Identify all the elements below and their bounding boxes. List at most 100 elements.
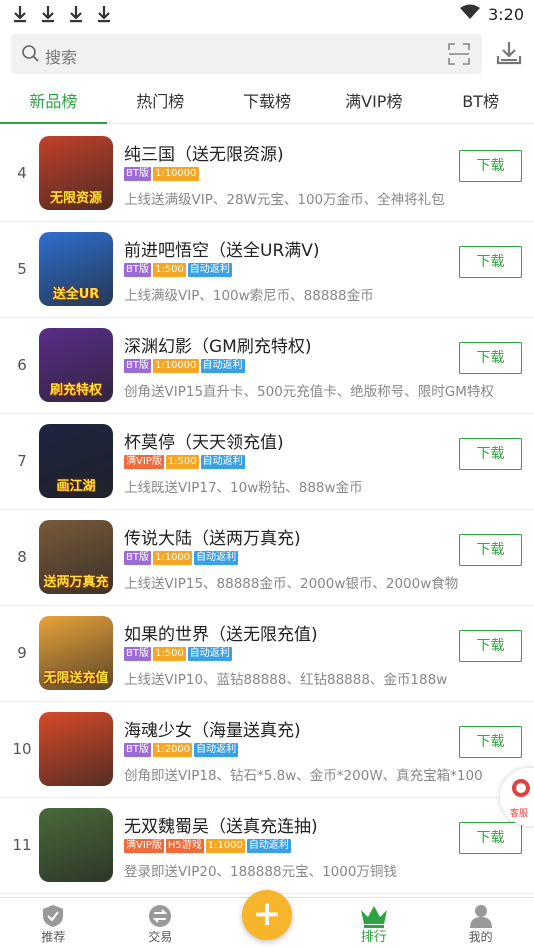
- game-title[interactable]: 海魂少女（海量送真充): [124, 716, 301, 741]
- rank-number: 6: [17, 356, 27, 374]
- customer-service-icon: [512, 779, 530, 797]
- app-icon[interactable]: 送两万真充: [39, 520, 113, 594]
- nav-trade[interactable]: 交易: [107, 898, 214, 949]
- game-title[interactable]: 无双魏蜀吴（送真充连抽): [124, 812, 318, 837]
- game-description: 上线送满级VIP、28W元宝、100万金币、全神将礼包: [124, 192, 445, 208]
- rank-number: 5: [17, 260, 27, 278]
- nav-recommend[interactable]: 推荐: [0, 898, 107, 949]
- tag-badge: BT版: [124, 167, 151, 181]
- tag-badge: 1:2000: [152, 743, 193, 757]
- tag-badge: 满VIP版: [124, 455, 164, 469]
- tag-badge: 1:500: [165, 455, 199, 469]
- tag-badge: 1:1000: [205, 839, 245, 853]
- tag-list: BT版 1:500 自动返利: [124, 263, 232, 277]
- list-item[interactable]: 7 画江湖 杯莫停（天天领充值) 满VIP版 1:500 自动返利 上线既送VIP17、10…: [0, 414, 534, 510]
- tag-badge: 1:10000: [152, 167, 199, 181]
- nav-mine[interactable]: 我的: [427, 898, 534, 949]
- tag-badge: BT版: [124, 743, 151, 757]
- tag-badge: 自动返利: [187, 647, 232, 661]
- app-icon[interactable]: 送全UR: [39, 232, 113, 306]
- download-button[interactable]: 下载: [459, 630, 522, 662]
- tab-download[interactable]: 下载榜: [214, 82, 321, 123]
- tab-fullvip[interactable]: 满VIP榜: [320, 82, 427, 123]
- tag-list: BT版 1:10000: [124, 167, 199, 181]
- game-title[interactable]: 传说大陆（送两万真充): [124, 524, 301, 549]
- app-icon[interactable]: [39, 808, 113, 882]
- download-manager-icon[interactable]: [496, 40, 522, 70]
- game-title[interactable]: 杯莫停（天天领充值): [124, 428, 284, 453]
- app-icon-text: 送两万真充: [43, 575, 109, 590]
- list-item[interactable]: 6 刷充特权 深渊幻影（GM刷充特权) BT版 1:10000 自动返利 创角送VIP15直…: [0, 318, 534, 414]
- list-item[interactable]: 4 无限资源 纯三国（送无限资源) BT版 1:10000 上线送满级VIP、28W元宝、…: [0, 126, 534, 222]
- status-right: 3:20: [460, 4, 524, 24]
- tab-hot[interactable]: 热门榜: [107, 82, 214, 123]
- app-icon[interactable]: 画江湖: [39, 424, 113, 498]
- tag-badge: 满VIP版: [124, 839, 164, 853]
- tag-list: 满VIP版 H5游戏 1:1000 自动返利: [124, 839, 291, 853]
- tag-list: BT版 1:500 自动返利: [124, 647, 232, 661]
- game-title[interactable]: 纯三国（送无限资源): [124, 140, 284, 165]
- tag-badge: BT版: [124, 263, 151, 277]
- scan-icon[interactable]: [448, 43, 470, 69]
- game-description: 上线送VIP10、蓝钻88888、红钻88888、金币188w: [124, 672, 448, 688]
- rank-number: 10: [12, 740, 32, 758]
- app-icon[interactable]: 无限送充值: [39, 616, 113, 690]
- tag-badge: 自动返利: [246, 839, 291, 853]
- tag-list: 满VIP版 1:500 自动返利: [124, 455, 245, 469]
- download-button[interactable]: 下载: [459, 342, 522, 374]
- game-title[interactable]: 前进吧悟空（送全UR满V): [124, 236, 320, 261]
- list-item[interactable]: 8 送两万真充 传说大陆（送两万真充) BT版 1:1000 自动返利 上线送VIP15、8…: [0, 510, 534, 606]
- download-button[interactable]: 下载: [459, 726, 522, 758]
- tab-new[interactable]: 新品榜: [0, 82, 107, 124]
- game-title[interactable]: 深渊幻影（GM刷充特权): [124, 332, 311, 357]
- tag-badge: BT版: [124, 551, 151, 565]
- download-button[interactable]: 下载: [459, 822, 522, 854]
- list-item[interactable]: 9 无限送充值 如果的世界（送无限充值) BT版 1:500 自动返利上线送VIP10、蓝…: [0, 606, 534, 702]
- tag-badge: 自动返利: [194, 743, 239, 757]
- search-placeholder: 搜索: [45, 48, 78, 67]
- app-icon[interactable]: [39, 712, 113, 786]
- wifi-icon: [460, 4, 481, 24]
- nav-ranking[interactable]: 排行: [320, 898, 427, 949]
- app-icon-text: 画江湖: [56, 479, 96, 494]
- game-list: 4 无限资源 纯三国（送无限资源) BT版 1:10000 上线送满级VIP、28W元宝、…: [0, 126, 534, 894]
- status-time: 3:20: [488, 4, 524, 24]
- download-button[interactable]: 下载: [459, 246, 522, 278]
- search-icon: [21, 44, 41, 68]
- customer-service-label: 客服: [510, 809, 529, 819]
- list-item[interactable]: 10 海魂少女（海量送真充) BT版 1:2000 自动返利 创角即送VIP18、钻石*5…: [0, 702, 534, 798]
- download-button[interactable]: 下载: [459, 438, 522, 470]
- tag-badge: 自动返利: [194, 551, 239, 565]
- tag-badge: 自动返利: [187, 263, 232, 277]
- tag-badge: H5游戏: [165, 839, 204, 853]
- game-description: 登录即送VIP20、188888元宝、1000万铜钱: [124, 864, 397, 880]
- app-icon[interactable]: 无限资源: [39, 136, 113, 210]
- search-input[interactable]: 搜索: [11, 34, 482, 74]
- status-bar: 3:20: [0, 0, 534, 30]
- tag-badge: 1:500: [152, 263, 186, 277]
- download-notification-icon: [12, 4, 28, 24]
- tag-badge: 1:500: [152, 647, 186, 661]
- tag-badge: 自动返利: [200, 359, 245, 373]
- download-button[interactable]: 下载: [459, 150, 522, 182]
- list-item[interactable]: 11 无双魏蜀吴（送真充连抽) 满VIP版 H5游戏 1:1000 自动返利 登录即送VIP…: [0, 798, 534, 894]
- add-button[interactable]: +: [242, 890, 292, 940]
- notification-icons: [12, 4, 112, 24]
- rank-number: 9: [17, 644, 27, 662]
- tag-badge: 自动返利: [200, 455, 245, 469]
- app-icon-text: 无限资源: [49, 191, 102, 206]
- download-notification-icon: [68, 4, 84, 24]
- game-description: 上线送VIP15、88888金币、2000w银币、2000w食物: [124, 576, 459, 592]
- game-title[interactable]: 如果的世界（送无限充值): [124, 620, 318, 645]
- app-icon[interactable]: 刷充特权: [39, 328, 113, 402]
- tag-list: BT版 1:2000 自动返利: [124, 743, 239, 757]
- tag-list: BT版 1:1000 自动返利: [124, 551, 239, 565]
- download-notification-icon: [40, 4, 56, 24]
- list-item[interactable]: 5 送全UR 前进吧悟空（送全UR满V) BT版 1:500 自动返利上线满级VIP、10…: [0, 222, 534, 318]
- game-description: 上线满级VIP、100w索尼币、88888金币: [124, 288, 374, 304]
- app-icon-text: 无限送充值: [43, 671, 109, 686]
- game-description: 创角送VIP15直升卡、500元充值卡、绝版称号、限时GM特权: [124, 384, 494, 400]
- search-row: 搜索: [0, 34, 534, 78]
- download-button[interactable]: 下载: [459, 534, 522, 566]
- tab-bt[interactable]: BT榜: [427, 82, 534, 123]
